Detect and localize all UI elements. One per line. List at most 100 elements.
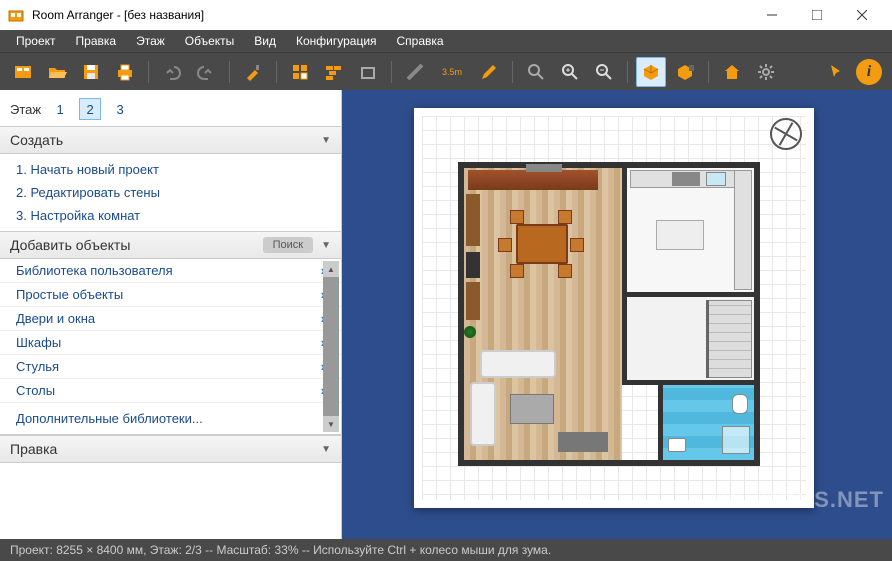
chevron-down-icon: ▼ xyxy=(321,240,331,251)
bathroom-sink[interactable] xyxy=(668,438,686,452)
inner-wall[interactable] xyxy=(622,292,756,297)
zoom-tool-button[interactable] xyxy=(521,57,551,87)
wall-draw-button[interactable] xyxy=(400,57,430,87)
chair[interactable] xyxy=(510,210,524,224)
cabinet[interactable] xyxy=(468,170,598,190)
titlebar: Room Arranger - [без названия] xyxy=(0,0,892,30)
menu-floor[interactable]: Этаж xyxy=(126,32,175,50)
minimize-button[interactable] xyxy=(749,0,794,30)
cat-simple[interactable]: Простые объекты› xyxy=(0,283,341,307)
toilet[interactable] xyxy=(732,394,748,414)
sofa[interactable] xyxy=(480,350,556,378)
menubar: Проект Правка Этаж Объекты Вид Конфигура… xyxy=(0,30,892,52)
paint-button[interactable] xyxy=(238,57,268,87)
shelf[interactable] xyxy=(466,282,480,320)
create-body: 1. Начать новый проект 2. Редактировать … xyxy=(0,154,341,231)
pointer-button[interactable] xyxy=(820,57,850,87)
toolbar: 3.5m i xyxy=(0,52,892,90)
create-edit-walls[interactable]: 2. Редактировать стены xyxy=(0,181,341,204)
objects-header[interactable]: Добавить объекты Поиск ▼ xyxy=(0,231,341,259)
status-text: Проект: 8255 × 8400 мм, Этаж: 2/3 -- Мас… xyxy=(10,543,551,557)
menu-config[interactable]: Конфигурация xyxy=(286,32,387,50)
shower[interactable] xyxy=(722,426,750,454)
kitchen-counter[interactable] xyxy=(734,170,752,290)
create-room-setup[interactable]: 3. Настройка комнат xyxy=(0,204,341,227)
chair[interactable] xyxy=(558,210,572,224)
zoom-out-button[interactable] xyxy=(589,57,619,87)
menu-help[interactable]: Справка xyxy=(387,32,454,50)
plant[interactable] xyxy=(464,326,476,338)
cat-user-library[interactable]: Библиотека пользователя› xyxy=(0,259,341,283)
chevron-down-icon: ▼ xyxy=(321,444,331,455)
create-header[interactable]: Создать ▼ xyxy=(0,126,341,154)
cat-chairs[interactable]: Стулья› xyxy=(0,355,341,379)
rug[interactable] xyxy=(558,432,608,452)
view-3d-button[interactable] xyxy=(636,57,666,87)
stair-rail xyxy=(706,300,709,378)
stairs[interactable] xyxy=(706,300,752,378)
floor-plan[interactable] xyxy=(458,162,760,466)
floor-1[interactable]: 1 xyxy=(49,98,71,120)
app-icon xyxy=(8,7,24,23)
redo-button[interactable] xyxy=(191,57,221,87)
close-button[interactable] xyxy=(839,0,884,30)
floor-label: Этаж xyxy=(10,102,41,117)
inner-wall[interactable] xyxy=(658,384,663,460)
floor-2[interactable]: 2 xyxy=(79,98,101,120)
sidebar: Этаж 1 2 3 Создать ▼ 1. Начать новый про… xyxy=(0,90,342,539)
statusbar: Проект: 8255 × 8400 мм, Этаж: 2/3 -- Мас… xyxy=(0,539,892,561)
floor-plan-paper xyxy=(414,108,814,508)
edit-header[interactable]: Правка ▼ xyxy=(0,435,341,463)
compass-icon[interactable] xyxy=(770,118,802,150)
floor-selector: Этаж 1 2 3 xyxy=(0,90,341,126)
menu-view[interactable]: Вид xyxy=(244,32,286,50)
dining-table[interactable] xyxy=(516,224,568,264)
create-new-project[interactable]: 1. Начать новый проект xyxy=(0,158,341,181)
settings-button[interactable] xyxy=(751,57,781,87)
info-button[interactable]: i xyxy=(854,57,884,87)
pencil-button[interactable] xyxy=(474,57,504,87)
inner-wall[interactable] xyxy=(622,162,627,384)
chevron-down-icon: ▼ xyxy=(321,135,331,146)
tv-stand[interactable] xyxy=(466,252,480,278)
save-button[interactable] xyxy=(76,57,106,87)
walls-button[interactable] xyxy=(319,57,349,87)
window-title: Room Arranger - [без названия] xyxy=(32,8,749,22)
undo-button[interactable] xyxy=(157,57,187,87)
zoom-in-button[interactable] xyxy=(555,57,585,87)
sink[interactable] xyxy=(706,172,726,186)
inner-wall[interactable] xyxy=(622,380,756,385)
extra-libraries[interactable]: Дополнительные библиотеки... xyxy=(0,403,341,434)
cat-tables[interactable]: Столы› xyxy=(0,379,341,403)
door[interactable] xyxy=(526,164,562,172)
object-button[interactable] xyxy=(353,57,383,87)
edit-body xyxy=(0,463,341,533)
chair[interactable] xyxy=(510,264,524,278)
watermark: PCPROGS.NET xyxy=(713,487,884,513)
menu-edit[interactable]: Правка xyxy=(66,32,127,50)
canvas-area[interactable]: PCPROGS.NET xyxy=(342,90,892,539)
open-button[interactable] xyxy=(42,57,72,87)
search-button[interactable]: Поиск xyxy=(263,237,313,253)
home-button[interactable] xyxy=(717,57,747,87)
maximize-button[interactable] xyxy=(794,0,839,30)
shelf[interactable] xyxy=(466,194,480,246)
new-button[interactable] xyxy=(8,57,38,87)
cat-cabinets[interactable]: Шкафы› xyxy=(0,331,341,355)
kitchen-island[interactable] xyxy=(656,220,704,250)
print-button[interactable] xyxy=(110,57,140,87)
sofa[interactable] xyxy=(470,382,496,446)
category-scrollbar[interactable]: ▲▼ xyxy=(323,261,339,432)
dimension-button[interactable]: 3.5m xyxy=(434,57,470,87)
stove[interactable] xyxy=(672,172,700,186)
rooms-button[interactable] xyxy=(285,57,315,87)
chair[interactable] xyxy=(570,238,584,252)
floor-3[interactable]: 3 xyxy=(109,98,131,120)
chair[interactable] xyxy=(558,264,572,278)
menu-objects[interactable]: Объекты xyxy=(175,32,245,50)
cat-doors-windows[interactable]: Двери и окна› xyxy=(0,307,341,331)
menu-project[interactable]: Проект xyxy=(6,32,66,50)
chair[interactable] xyxy=(498,238,512,252)
coffee-table[interactable] xyxy=(510,394,554,424)
view-list-button[interactable] xyxy=(670,57,700,87)
